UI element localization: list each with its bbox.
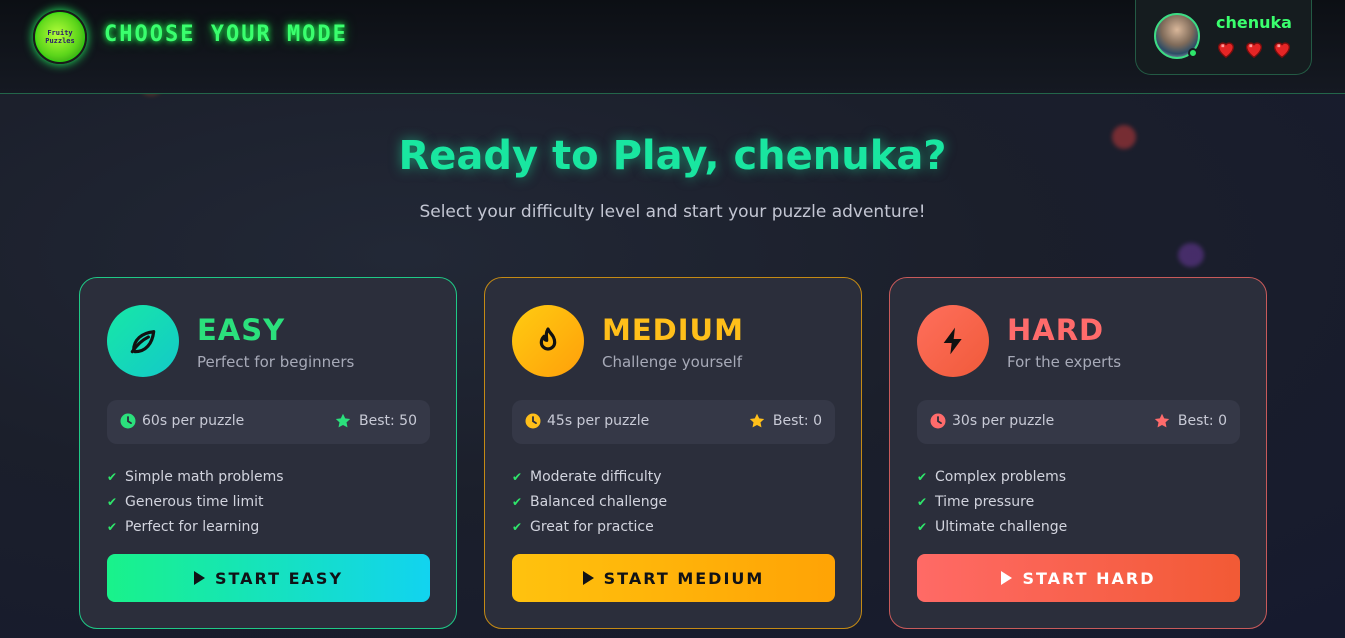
play-icon [1001, 571, 1013, 585]
mode-card-easy[interactable]: EASY Perfect for beginners 60s per puzzl… [79, 277, 457, 629]
time-limit: 30s per puzzle [930, 413, 1054, 429]
time-limit-label: 45s per puzzle [547, 413, 650, 429]
list-item: ✔ Ultimate challenge [917, 514, 1067, 539]
username: chenuka [1216, 13, 1292, 32]
best-score-label: Best: 0 [772, 413, 822, 429]
heart-icon [1245, 42, 1263, 59]
mode-card-medium[interactable]: MEDIUM Challenge yourself 45s per puzzle… [484, 277, 862, 629]
time-limit-label: 60s per puzzle [142, 413, 245, 429]
star-icon [335, 413, 351, 428]
list-item: ✔ Generous time limit [107, 489, 284, 514]
top-bar: Fruity Puzzles CHOOSE YOUR MODE chenuka [0, 0, 1345, 94]
check-icon: ✔ [512, 519, 523, 534]
feature-list: ✔ Complex problems ✔ Time pressure ✔ Ultima… [917, 464, 1067, 539]
feature-text: Balanced challenge [530, 493, 668, 510]
start-medium-button[interactable]: START MEDIUM [512, 554, 835, 602]
check-icon: ✔ [512, 469, 523, 484]
fire-icon [512, 305, 584, 377]
check-icon: ✔ [917, 519, 928, 534]
lightning-icon [917, 305, 989, 377]
button-label: START MEDIUM [603, 568, 765, 588]
feature-text: Perfect for learning [125, 518, 260, 535]
leaf-icon [107, 305, 179, 377]
game-logo[interactable]: Fruity Puzzles [33, 10, 87, 64]
time-limit: 45s per puzzle [525, 413, 649, 429]
clock-icon [525, 413, 541, 429]
best-score: Best: 0 [1154, 413, 1227, 429]
time-limit-label: 30s per puzzle [952, 413, 1055, 429]
mode-card-hard[interactable]: HARD For the experts 30s per puzzle Best… [889, 277, 1267, 629]
mode-description: Challenge yourself [602, 353, 742, 371]
feature-text: Complex problems [935, 468, 1067, 485]
list-item: ✔ Moderate difficulty [512, 464, 667, 489]
mode-stats: 60s per puzzle Best: 50 [107, 400, 430, 444]
feature-text: Moderate difficulty [530, 468, 662, 485]
button-label: START HARD [1022, 568, 1156, 588]
play-icon [193, 571, 205, 585]
star-icon [749, 413, 765, 428]
list-item: ✔ Time pressure [917, 489, 1067, 514]
user-profile[interactable]: chenuka [1135, 0, 1312, 75]
check-icon: ✔ [512, 494, 523, 509]
mode-title: MEDIUM [602, 313, 744, 347]
feature-text: Time pressure [935, 493, 1035, 510]
clock-icon [930, 413, 946, 429]
feature-list: ✔ Moderate difficulty ✔ Balanced challenge… [512, 464, 667, 539]
list-item: ✔ Complex problems [917, 464, 1067, 489]
online-status-icon [1188, 48, 1198, 58]
lives-hearts [1215, 38, 1293, 60]
heart-icon [1273, 42, 1291, 59]
button-label: START EASY [214, 568, 344, 588]
mode-stats: 45s per puzzle Best: 0 [512, 400, 835, 444]
clock-icon [120, 413, 136, 429]
feature-text: Ultimate challenge [935, 518, 1068, 535]
decorative-blob [1178, 243, 1204, 267]
start-hard-button[interactable]: START HARD [917, 554, 1240, 602]
mode-title: HARD [1007, 313, 1105, 347]
check-icon: ✔ [107, 494, 118, 509]
best-score: Best: 0 [749, 413, 822, 429]
mode-title: EASY [197, 313, 286, 347]
mode-stats: 30s per puzzle Best: 0 [917, 400, 1240, 444]
list-item: ✔ Balanced challenge [512, 489, 667, 514]
feature-text: Generous time limit [125, 493, 264, 510]
feature-list: ✔ Simple math problems ✔ Generous time lim… [107, 464, 284, 539]
check-icon: ✔ [917, 494, 928, 509]
check-icon: ✔ [917, 469, 928, 484]
check-icon: ✔ [107, 469, 118, 484]
feature-text: Simple math problems [125, 468, 284, 485]
mode-description: For the experts [1007, 353, 1122, 371]
play-icon [582, 571, 594, 585]
hero-title: Ready to Play, chenuka? [398, 133, 947, 179]
mode-description: Perfect for beginners [197, 353, 355, 371]
heart-icon [1217, 42, 1235, 59]
feature-text: Great for practice [530, 518, 654, 535]
time-limit: 60s per puzzle [120, 413, 244, 429]
star-icon [1154, 413, 1170, 428]
page-title: CHOOSE YOUR MODE [104, 22, 348, 47]
logo-text: Fruity Puzzles [45, 29, 75, 45]
best-score-label: Best: 0 [1177, 413, 1227, 429]
list-item: ✔ Perfect for learning [107, 514, 284, 539]
start-easy-button[interactable]: START EASY [107, 554, 430, 602]
best-score-label: Best: 50 [359, 413, 417, 429]
best-score: Best: 50 [335, 413, 417, 429]
list-item: ✔ Simple math problems [107, 464, 284, 489]
hero-subtitle: Select your difficulty level and start y… [419, 202, 926, 222]
check-icon: ✔ [107, 519, 118, 534]
list-item: ✔ Great for practice [512, 514, 667, 539]
